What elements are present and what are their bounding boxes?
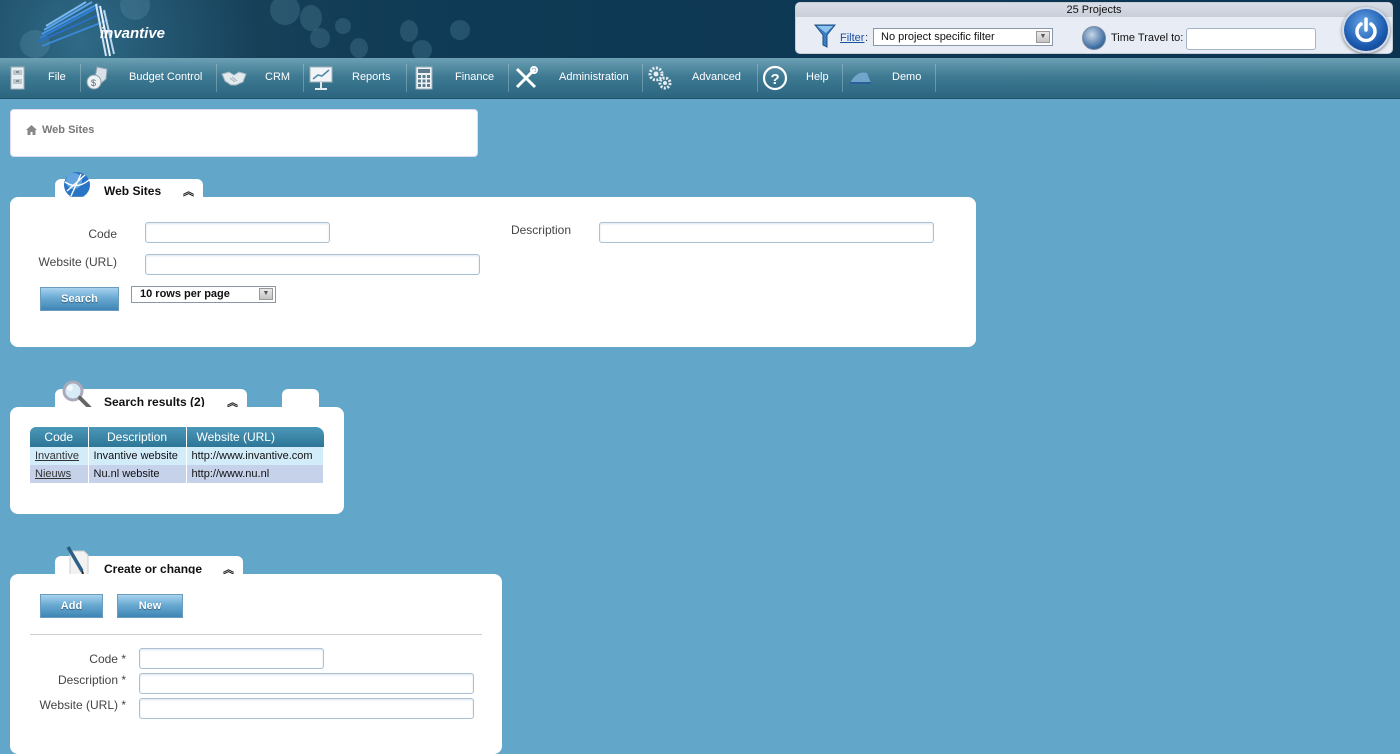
cell-description: Nu.nl website [88, 465, 187, 483]
cell-url: http://www.nu.nl [186, 465, 324, 483]
edit-code-input[interactable] [139, 648, 324, 669]
menu-label: Help [806, 71, 829, 83]
results-table: Code Description Website (URL) Invantive… [30, 427, 324, 483]
project-count: 25 Projects [796, 3, 1392, 17]
globe-icon [64, 172, 90, 200]
filter-colon: : [865, 32, 869, 44]
gears-icon [648, 66, 672, 90]
menu-divider [935, 64, 936, 92]
edit-code-label: Code * [89, 652, 126, 666]
project-filter-value: No project specific filter [881, 31, 995, 43]
breadcrumb: Web Sites [10, 109, 478, 157]
filter-funnel-icon [814, 24, 836, 48]
power-icon [1355, 17, 1377, 43]
edit-panel: Add New Code * Description * Website (UR… [10, 574, 502, 754]
results-extra-tab[interactable] [282, 389, 319, 409]
menu-item-file[interactable]: File [0, 58, 80, 98]
description-label: Description [510, 223, 571, 237]
rows-per-page-select[interactable]: 10 rows per page ▼ [131, 286, 276, 303]
cell-description: Invantive website [88, 447, 187, 465]
menu-item-finance[interactable]: Finance [407, 58, 508, 98]
svg-text:?: ? [771, 71, 780, 88]
tools-icon [515, 66, 538, 89]
money-bag-shield-icon: $ [86, 66, 108, 90]
home-icon[interactable] [26, 125, 37, 135]
add-button[interactable]: Add [40, 594, 103, 618]
column-header-code[interactable]: Code [30, 427, 89, 447]
invantive-logo[interactable]: invantive [30, 0, 165, 58]
calculator-icon [415, 66, 433, 90]
menu-label: CRM [265, 71, 291, 83]
cell-code: Invantive [30, 447, 89, 465]
project-filter-select[interactable]: No project specific filter ▼ [873, 28, 1053, 46]
chevron-down-icon[interactable]: ▼ [1036, 31, 1050, 43]
code-label: Code [88, 227, 117, 241]
chevron-down-icon[interactable]: ▼ [259, 288, 273, 300]
menu-item-help[interactable]: ? Help [758, 58, 842, 98]
menu-label: File [48, 71, 66, 83]
filter-link[interactable]: Filter [840, 32, 864, 44]
column-header-url[interactable]: Website (URL) [186, 427, 324, 447]
menu-item-crm[interactable]: CRM [217, 58, 303, 98]
svg-text:$: $ [91, 78, 96, 88]
new-button[interactable]: New [117, 594, 183, 618]
menu-label: Finance [455, 71, 495, 83]
table-row[interactable]: Nieuws Nu.nl website http://www.nu.nl [30, 465, 324, 483]
search-url-input[interactable] [145, 254, 480, 275]
logo-text: invantive [100, 25, 166, 42]
menu-label: Demo [892, 71, 922, 83]
menu-item-reports[interactable]: Reports [304, 58, 407, 98]
app-header: invantive 25 Projects Filter : No projec… [0, 0, 1400, 58]
rows-per-page-value: 10 rows per page [140, 288, 230, 300]
results-panel: Code Description Website (URL) Invantive… [10, 407, 344, 514]
search-description-input[interactable] [599, 222, 934, 243]
menu-label: Reports [352, 71, 391, 83]
results-header-row: Code Description Website (URL) [30, 427, 324, 447]
menu-label: Budget Control [129, 71, 203, 83]
table-row[interactable]: Invantive Invantive website http://www.i… [30, 447, 324, 465]
main-menu-bar: File $ Budget Control CRM Reports Financ… [0, 58, 1400, 99]
search-panel-title: Web Sites [104, 184, 162, 198]
edit-description-label: Description * [57, 673, 126, 687]
menu-item-budget-control[interactable]: $ Budget Control [81, 58, 216, 98]
breadcrumb-current: Web Sites [42, 124, 95, 136]
edit-url-input[interactable] [139, 698, 474, 719]
edit-description-input[interactable] [139, 673, 474, 694]
code-link[interactable]: Nieuws [35, 468, 71, 480]
menu-label: Advanced [692, 71, 741, 83]
project-panel: 25 Projects Filter : No project specific… [795, 2, 1393, 54]
search-panel: Code Description Website (URL) Search 10… [10, 197, 976, 347]
time-travel-icon [1082, 26, 1106, 50]
menu-label: Administration [559, 71, 629, 83]
time-travel-input[interactable] [1186, 28, 1316, 50]
file-cabinet-icon [10, 66, 25, 90]
demo-logo-icon [850, 72, 871, 84]
edit-url-label: Website (URL) * [39, 698, 126, 712]
search-code-input[interactable] [145, 222, 330, 243]
column-header-description[interactable]: Description [88, 427, 187, 447]
cell-code: Nieuws [30, 465, 89, 483]
menu-item-administration[interactable]: Administration [509, 58, 642, 98]
divider [30, 634, 482, 635]
time-travel-label: Time Travel to: [1111, 32, 1184, 44]
menu-item-advanced[interactable]: Advanced [643, 58, 757, 98]
cell-url: http://www.invantive.com [186, 447, 324, 465]
logout-power-button[interactable] [1342, 7, 1390, 53]
question-icon: ? [762, 65, 788, 91]
presentation-chart-icon [309, 66, 333, 90]
menu-item-demo[interactable]: Demo [843, 58, 935, 98]
search-button[interactable]: Search [40, 287, 119, 311]
url-label: Website (URL) [38, 255, 117, 269]
handshake-icon [221, 71, 247, 86]
code-link[interactable]: Invantive [35, 450, 79, 462]
